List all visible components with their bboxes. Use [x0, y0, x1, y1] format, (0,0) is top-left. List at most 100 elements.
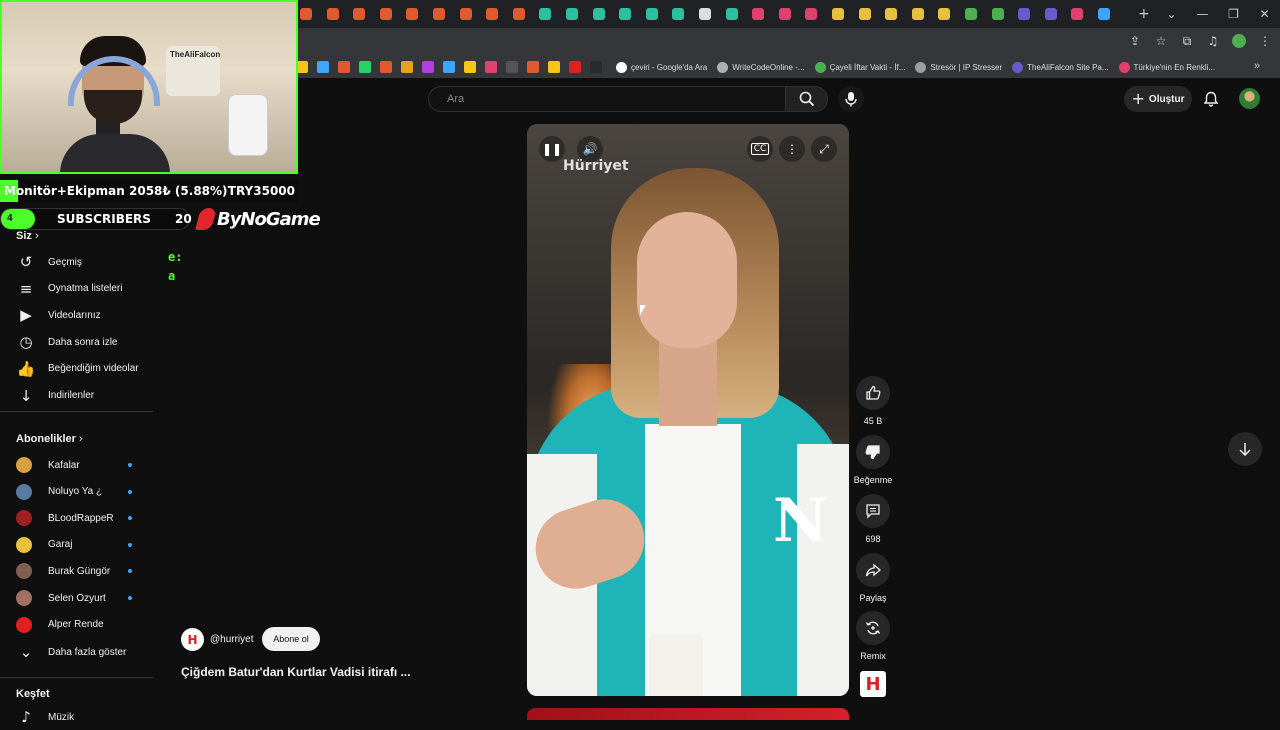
tab-search-icon[interactable]: ⌄ — [1156, 0, 1187, 28]
tab-favicon[interactable] — [1018, 8, 1031, 20]
bookmark-icon[interactable] — [464, 61, 476, 73]
search-input[interactable] — [429, 87, 785, 111]
fullscreen-button[interactable]: ⤢ — [811, 136, 837, 162]
bookmark-item[interactable]: Stresör | IP Stresser — [915, 61, 1002, 73]
bookmark-item[interactable]: Çayeli İftar Vakti - İf... — [814, 61, 905, 73]
voice-search-button[interactable] — [838, 86, 864, 112]
subscribe-button[interactable]: Abone ol — [262, 627, 320, 651]
sidebar-item-watch-later[interactable]: ◷ Daha sonra izle — [0, 329, 150, 355]
search-button[interactable] — [786, 86, 828, 112]
subscription-item[interactable]: Burak Güngör — [0, 558, 150, 584]
captions-button[interactable]: CC — [747, 136, 773, 162]
video-title[interactable]: Çiğdem Batur'dan Kurtlar Vadisi itirafı … — [181, 665, 411, 679]
tab-favicon[interactable] — [353, 8, 366, 20]
subscription-item[interactable]: Selen Özyurt — [0, 585, 150, 611]
close-window-icon[interactable]: ✕ — [1249, 0, 1280, 28]
bookmark-icon[interactable] — [401, 61, 413, 73]
bookmarks-more-icon[interactable]: » — [1254, 60, 1260, 72]
channel-handle[interactable]: @hurriyet — [210, 634, 254, 645]
tab-favicon[interactable] — [911, 8, 924, 20]
tab-favicon[interactable] — [991, 8, 1004, 20]
bookmark-item[interactable]: çeviri - Google'da Ara — [616, 61, 707, 73]
minimize-icon[interactable]: — — [1187, 0, 1218, 28]
tab-favicon[interactable] — [619, 8, 632, 20]
bookmark-icon[interactable] — [380, 61, 392, 73]
tab-favicon[interactable] — [486, 8, 499, 20]
subscription-item[interactable]: BLoodRappeR — [0, 505, 150, 531]
bookmark-icon[interactable] — [485, 61, 497, 73]
channel-avatar[interactable]: H — [181, 628, 204, 651]
sidebar-show-more[interactable]: ⌄ Daha fazla göster — [0, 639, 150, 665]
bookmark-icon[interactable] — [548, 61, 560, 73]
bookmark-icon[interactable] — [527, 61, 539, 73]
tab-favicon[interactable] — [566, 8, 578, 20]
next-short-preview[interactable] — [527, 708, 849, 720]
tab-favicon[interactable] — [406, 8, 419, 20]
restore-icon[interactable]: ❐ — [1218, 0, 1249, 28]
tab-favicon[interactable] — [752, 8, 765, 20]
tab-favicon[interactable] — [672, 8, 685, 20]
profile-icon[interactable] — [1230, 32, 1248, 50]
shorts-player[interactable]: N Hürriyet ❚❚ 🔊 CC ⋮ ⤢ — [527, 124, 849, 696]
tab-favicon[interactable] — [645, 8, 658, 20]
tab-favicon[interactable] — [512, 8, 525, 20]
tab-favicon[interactable] — [858, 8, 871, 20]
bookmark-icon[interactable] — [590, 61, 602, 73]
sidebar-item-music[interactable]: ♪ Müzik — [0, 704, 150, 730]
tab-favicon[interactable] — [725, 8, 738, 20]
tab-favicon[interactable] — [379, 8, 392, 20]
tab-favicon[interactable] — [539, 8, 552, 20]
tab-favicon[interactable] — [326, 8, 339, 20]
install-app-icon[interactable]: ⇪ — [1126, 32, 1144, 50]
next-short-button[interactable] — [1228, 432, 1262, 466]
extensions-icon[interactable]: ⧉ — [1178, 32, 1196, 50]
bookmark-icon[interactable] — [506, 61, 518, 73]
create-button[interactable]: + Oluştur — [1124, 86, 1192, 112]
dislike-button[interactable] — [856, 435, 890, 469]
comments-button[interactable] — [856, 494, 890, 528]
bookmark-icon[interactable] — [338, 61, 350, 73]
subscription-item[interactable]: Noluyo Ya ¿ — [0, 479, 150, 505]
pause-button[interactable]: ❚❚ — [539, 136, 565, 162]
bookmark-item[interactable]: TheAliFalcon Site Pa... — [1012, 61, 1109, 73]
tab-favicon[interactable] — [592, 8, 605, 20]
tab-favicon[interactable] — [965, 8, 977, 20]
subscription-item[interactable]: Alper Rende — [0, 612, 150, 638]
sidebar-you-heading[interactable]: Siz › — [16, 230, 39, 242]
bookmark-icon[interactable] — [422, 61, 434, 73]
tab-favicon[interactable] — [459, 8, 472, 20]
sidebar-item-history[interactable]: ↺ Geçmiş — [0, 249, 150, 275]
bookmark-icon[interactable] — [317, 61, 329, 73]
player-more-button[interactable]: ⋮ — [779, 136, 805, 162]
bookmark-item[interactable]: WriteCodeOnline -... — [717, 61, 805, 73]
tab-favicon[interactable] — [699, 8, 711, 20]
tab-favicon[interactable] — [832, 8, 844, 20]
tab-favicon[interactable] — [805, 8, 818, 20]
browser-menu-icon[interactable]: ⋮ — [1256, 32, 1274, 50]
remix-button[interactable] — [856, 611, 890, 645]
sidebar-item-playlists[interactable]: ≡ Oynatma listeleri — [0, 276, 150, 302]
like-button[interactable] — [856, 376, 890, 410]
sidebar-item-downloads[interactable]: ↓ İndirilenler — [0, 383, 150, 409]
new-tab-button[interactable]: + — [1138, 6, 1154, 22]
account-avatar[interactable] — [1239, 88, 1260, 109]
share-button[interactable] — [856, 553, 890, 587]
media-control-icon[interactable]: ♫ — [1204, 32, 1222, 50]
bookmark-icon[interactable] — [359, 61, 371, 73]
channel-logo-button[interactable]: H — [860, 671, 886, 697]
notifications-button[interactable] — [1200, 88, 1222, 110]
tab-favicon[interactable] — [433, 8, 445, 20]
tab-favicon[interactable] — [300, 8, 312, 20]
sidebar-item-liked-videos[interactable]: 👍 Beğendiğim videolar — [0, 356, 150, 382]
sidebar-subscriptions-heading[interactable]: Abonelikler › — [16, 433, 83, 445]
bookmark-icon[interactable] — [569, 61, 581, 73]
subscription-item[interactable]: Garaj — [0, 532, 150, 558]
bookmark-item[interactable]: Türkiye'nin En Renkli... — [1118, 61, 1215, 73]
sidebar-item-your-videos[interactable]: ▶ Videolarınız — [0, 302, 150, 328]
tab-favicon[interactable] — [778, 8, 791, 20]
bookmark-icon[interactable] — [443, 61, 455, 73]
tab-favicon[interactable] — [1044, 8, 1057, 20]
subscription-item[interactable]: Kafalar — [0, 452, 150, 478]
volume-button[interactable]: 🔊 — [577, 136, 603, 162]
tab-favicon[interactable] — [885, 8, 898, 20]
